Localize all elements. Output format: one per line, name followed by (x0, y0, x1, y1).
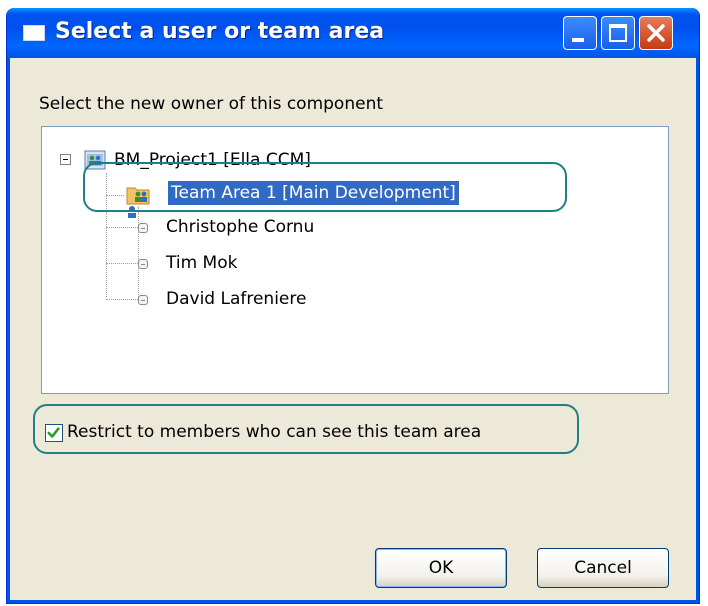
tree-connector (106, 299, 138, 300)
cancel-button[interactable]: Cancel (537, 548, 669, 588)
maximize-button[interactable] (601, 16, 635, 50)
team-area-highlight (83, 162, 567, 212)
member-icon (138, 259, 148, 269)
member-icon (138, 295, 148, 305)
tree-connector (106, 263, 138, 264)
member-item[interactable]: David Lafreniere (166, 289, 306, 309)
close-button[interactable] (639, 16, 673, 50)
tree-connector (138, 207, 139, 299)
restrict-highlight (33, 404, 579, 454)
window-title: Select a user or team area (55, 19, 385, 44)
close-icon (647, 24, 665, 42)
member-item[interactable]: Tim Mok (166, 253, 237, 273)
member-icon (138, 223, 148, 233)
dialog-window: Select a user or team area Select the ne… (6, 8, 700, 604)
tree-connector (106, 227, 138, 228)
member-item[interactable]: Christophe Cornu (166, 217, 314, 237)
minimize-icon (572, 38, 584, 42)
minimize-button[interactable] (563, 16, 597, 50)
ok-button[interactable]: OK (375, 548, 507, 588)
dialog-prompt: Select the new owner of this component (39, 94, 384, 114)
collapse-root-icon[interactable] (60, 154, 71, 165)
title-bar[interactable]: Select a user or team area (7, 8, 699, 58)
window-icon (23, 25, 45, 41)
maximize-icon (609, 24, 627, 42)
